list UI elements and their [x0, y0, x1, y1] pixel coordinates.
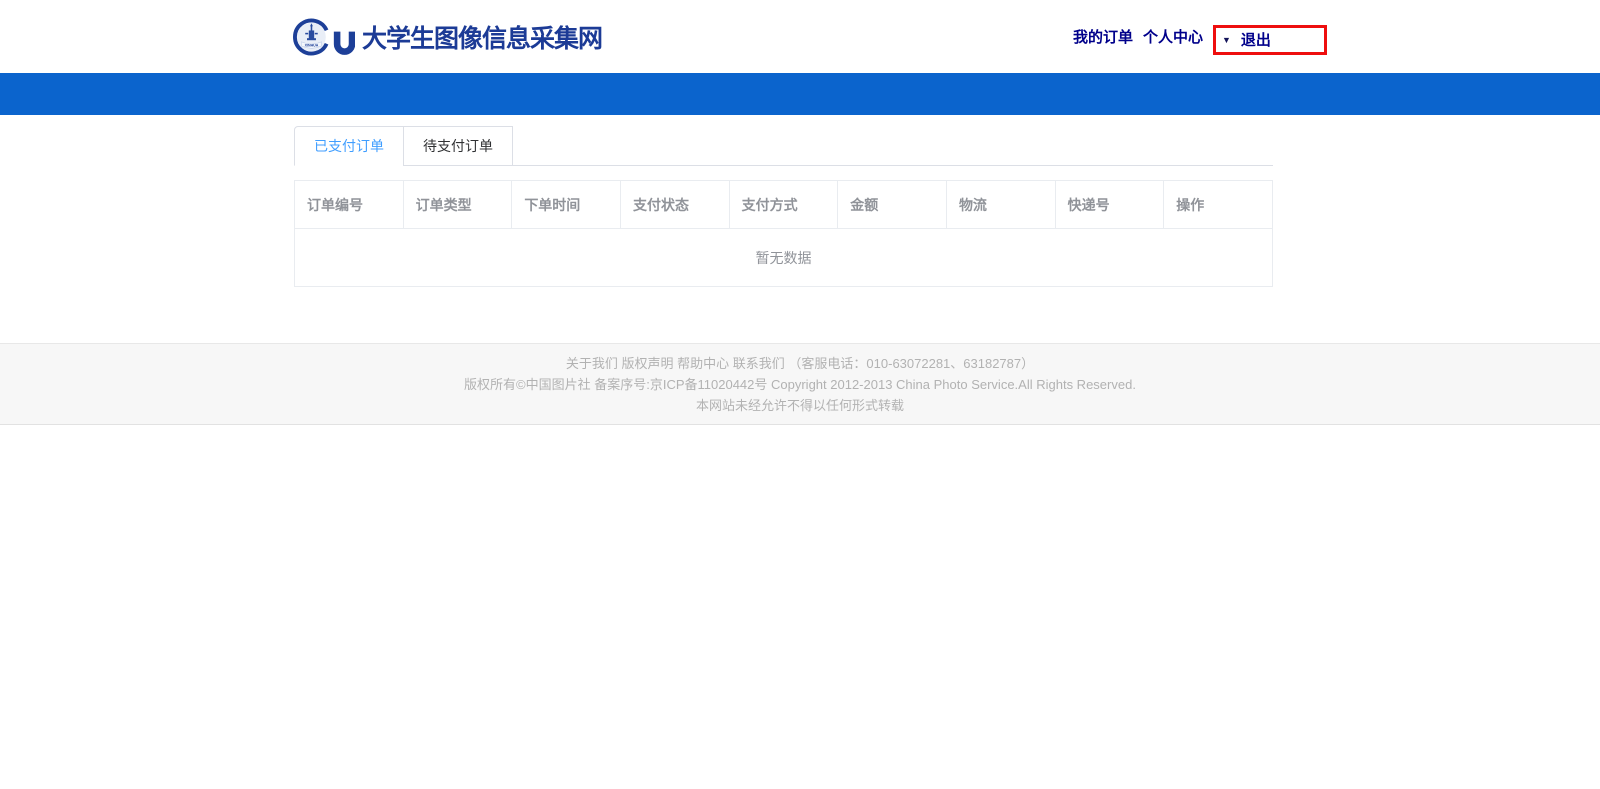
footer: 关于我们 版权声明 帮助中心 联系我们 （客服电话：010-63072281、6… [0, 343, 1600, 425]
column-header-tracking-no: 快递号 [1055, 181, 1164, 229]
order-tabs: 已支付订单 待支付订单 [294, 126, 1273, 166]
footer-link-help[interactable]: 帮助中心 [677, 356, 729, 371]
header: XINHUA 大学生图像信息采集网 我的订单 个人中心 ▼ 退出 [0, 0, 1600, 73]
site-title: 大学生图像信息采集网 [362, 19, 602, 55]
main-content: 已支付订单 待支付订单 订单编号 订单类型 下单时间 支付状态 支付方式 金额 … [294, 115, 1273, 287]
column-header-actions: 操作 [1164, 181, 1273, 229]
empty-data-text: 暂无数据 [295, 229, 1273, 287]
banner-bar [0, 73, 1600, 115]
footer-link-copyright[interactable]: 版权声明 [622, 356, 674, 371]
monogram-u [337, 31, 352, 51]
footer-links-line: 关于我们 版权声明 帮助中心 联系我们 （客服电话：010-63072281、6… [0, 353, 1600, 374]
footer-link-about[interactable]: 关于我们 [566, 356, 618, 371]
site-emblem-icon: XINHUA [293, 6, 355, 68]
empty-row: 暂无数据 [295, 229, 1273, 287]
footer-phone-note: （客服电话：010-63072281、63182787） [788, 356, 1034, 371]
orders-table-header-row: 订单编号 订单类型 下单时间 支付状态 支付方式 金额 物流 快递号 操作 [295, 181, 1273, 229]
column-header-pay-method: 支付方式 [729, 181, 838, 229]
logout-link[interactable]: 退出 [1241, 29, 1271, 50]
emblem-text: XINHUA [305, 43, 319, 47]
column-header-order-number: 订单编号 [295, 181, 404, 229]
column-header-logistics: 物流 [946, 181, 1055, 229]
top-nav: 我的订单 个人中心 ▼ 退出 [1073, 22, 1327, 52]
column-header-pay-status: 支付状态 [620, 181, 729, 229]
footer-link-contact[interactable]: 联系我们 [733, 356, 785, 371]
footer-copyright: 版权所有©中国图片社 备案序号:京ICP备11020442号 Copyright… [0, 374, 1600, 395]
nav-my-orders[interactable]: 我的订单 [1073, 26, 1133, 47]
tab-paid-orders[interactable]: 已支付订单 [294, 126, 404, 166]
column-header-order-time: 下单时间 [512, 181, 621, 229]
site-logo[interactable]: XINHUA 大学生图像信息采集网 [293, 6, 602, 68]
tab-unpaid-orders[interactable]: 待支付订单 [403, 126, 513, 166]
column-header-order-type: 订单类型 [403, 181, 512, 229]
footer-notice: 本网站未经允许不得以任何形式转载 [0, 395, 1600, 416]
orders-table: 订单编号 订单类型 下单时间 支付状态 支付方式 金额 物流 快递号 操作 暂无… [294, 180, 1273, 287]
column-header-amount: 金额 [838, 181, 947, 229]
caret-down-icon[interactable]: ▼ [1222, 35, 1231, 45]
logout-highlight-box: ▼ 退出 [1213, 25, 1327, 55]
nav-personal-center[interactable]: 个人中心 [1143, 26, 1203, 47]
